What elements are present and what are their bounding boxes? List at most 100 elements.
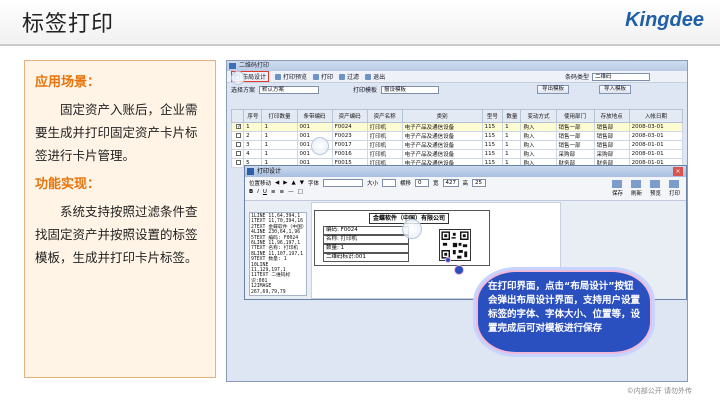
size-select[interactable] (381, 179, 396, 187)
table-cell: 115 (481, 140, 504, 150)
preview-icon (650, 180, 661, 188)
table-cell: 销售一部 (555, 122, 595, 132)
printer-icon (669, 180, 680, 188)
table-cell: 1 (261, 140, 298, 150)
table-cell: 电子产品及通信设备 (401, 122, 483, 132)
row-checkbox[interactable]: ✓ (230, 122, 245, 132)
size-label: 大小 (366, 181, 378, 187)
offset-x-input[interactable]: 0 (415, 179, 429, 187)
column-header[interactable]: 资产名称 (366, 109, 403, 123)
move-left-icon[interactable]: ◀ (275, 180, 279, 186)
table-cell: 115 (481, 149, 504, 159)
column-header[interactable]: 型号 (481, 109, 504, 123)
preview-button[interactable]: 预览 (650, 180, 661, 197)
checkbox-icon[interactable]: ✓ (236, 124, 241, 130)
footer-note: ©内部公开 请勿外传 (626, 387, 692, 395)
column-header[interactable]: 条带编码 (296, 109, 333, 123)
table-cell: 1 (243, 122, 263, 132)
table-cell: 1 (502, 122, 522, 132)
column-header[interactable]: 数量 (502, 109, 522, 123)
table-cell: 打印机 (366, 149, 403, 159)
label-preview: 金蝶软件（中国）有限公司 编码: F0024 名称: 打印机 数量: 1 二维码… (314, 210, 490, 266)
print-button[interactable]: 打印 (313, 72, 333, 81)
slide-title: 标签打印 (22, 12, 115, 37)
main-window-titlebar: 二维码打印 (227, 61, 687, 71)
table-cell: 2008-01-01 (628, 140, 684, 150)
table-cell: 4 (243, 149, 263, 159)
checkbox-icon[interactable] (236, 132, 242, 138)
code-line: 4LINE 230,64,1,96 (251, 230, 301, 236)
checkbox-icon[interactable] (236, 159, 242, 165)
table-row[interactable]: 4 1 001 F0016 打印机 电子产品及通信设备 115 1 购入 采购部 采购部 2008-0… (230, 149, 684, 159)
template-select[interactable]: 报设模板 (381, 85, 440, 94)
main-toolbar: 布局设计 打印预览 打印 过滤 退出 条码类型 二维码 (227, 71, 687, 83)
column-header[interactable]: 使用部门 (555, 109, 595, 123)
width-input[interactable]: 427 (442, 179, 459, 187)
qr-code-icon[interactable] (439, 229, 471, 261)
line-icon[interactable]: — (288, 189, 294, 195)
column-header[interactable]: 资产编码 (331, 109, 368, 123)
label-code-editor[interactable]: 1LINE 11,64,394,1 1TEXT 11,70,394,16 2TEXT… (249, 212, 307, 296)
row-checkbox[interactable] (230, 149, 245, 159)
description-panel: 应用场景： 固定资产入账后，企业需要生成并打印固定资产卡片标签进行卡片管理。 功… (24, 60, 216, 378)
align-left-icon[interactable]: ≡ (271, 189, 276, 195)
move-right-icon[interactable]: ▶ (283, 180, 287, 186)
rect-icon[interactable]: □ (298, 189, 303, 195)
export-template-button[interactable]: 导出模板 (537, 85, 570, 94)
height-input[interactable]: 25 (472, 179, 487, 187)
table-row[interactable]: 3 1 001 F0017 打印机 电子产品及通信设备 115 1 购入 销售一部 销售部 2008-… (230, 140, 684, 150)
print-button[interactable]: 打印 (669, 180, 680, 197)
barcode-type-select[interactable]: 二维码 (592, 72, 651, 81)
table-cell: 打印机 (366, 140, 403, 150)
column-header[interactable]: 存放地点 (593, 109, 630, 123)
label-name-row[interactable]: 名称: 打印机 (323, 235, 409, 244)
refresh-button[interactable]: 刷新 (631, 180, 642, 197)
row-checkbox[interactable] (230, 158, 245, 168)
table-cell: 115 (481, 122, 504, 132)
bold-icon[interactable]: B (249, 189, 253, 195)
import-template-button[interactable]: 导入模板 (599, 85, 632, 94)
table-cell: 购入 (520, 140, 557, 150)
font-select[interactable] (322, 179, 363, 187)
column-header[interactable]: 序号 (243, 109, 263, 123)
close-button[interactable]: × (673, 167, 683, 176)
column-header[interactable]: 入帐日期 (628, 109, 684, 123)
filter-button[interactable]: 过滤 (339, 72, 359, 81)
label-code-row[interactable]: 编码: F0024 (323, 226, 409, 235)
checkbox-icon[interactable] (236, 150, 242, 156)
table-cell: 电子产品及通信设备 (401, 149, 483, 159)
table-row[interactable]: 2 1 001 F0023 打印机 电子产品及通信设备 115 1 购入 销售一部 销售部 2008-… (230, 131, 684, 141)
function-title: 功能实现： (35, 177, 101, 192)
save-button[interactable]: 保存 (612, 180, 623, 197)
code-line: 10LINE 11,129,197,1 (251, 262, 286, 274)
italic-icon[interactable]: I (257, 189, 259, 195)
row-checkbox[interactable] (230, 140, 245, 150)
asset-table: 序号 打印数量 条带编码 资产编码 资产名称 类别 型号 数量 变动方式 使用部门 存放地点 入帐日期… (230, 109, 684, 168)
column-header[interactable] (230, 109, 245, 123)
table-cell: 采购部 (593, 149, 630, 159)
label-qty-row[interactable]: 数量: 1 (323, 244, 409, 253)
print-preview-button[interactable]: 打印预览 (275, 72, 307, 81)
table-cell: 销售部 (593, 122, 630, 132)
table-cell: 1 (502, 131, 522, 141)
align-center-icon[interactable]: ≡ (279, 189, 284, 195)
column-header[interactable]: 变动方式 (520, 109, 557, 123)
header-divider (0, 44, 720, 46)
label-qr-text-row[interactable]: 二维码标识:001 (323, 253, 409, 262)
scenario-text: 固定资产入账后，企业需要生成并打印固定资产卡片标签进行卡片管理。 (35, 102, 198, 163)
font-label: 字体 (307, 181, 319, 187)
row-checkbox[interactable] (230, 131, 245, 141)
table-cell: 2008-03-01 (628, 131, 684, 141)
main-window-title: 二维码打印 (239, 62, 270, 69)
underline-icon[interactable]: U (263, 189, 267, 195)
column-header[interactable]: 类别 (401, 109, 483, 123)
checkbox-icon[interactable] (236, 141, 242, 147)
move-up-icon[interactable]: ▲ (291, 180, 295, 186)
scenario-title: 应用场景： (35, 75, 101, 90)
table-cell: 购入 (520, 149, 557, 159)
exit-button[interactable]: 退出 (365, 72, 385, 81)
scheme-select[interactable]: 默认方案 (259, 85, 320, 94)
table-row[interactable]: ✓ 1 1 001 F0024 打印机 电子产品及通信设备 115 1 购入 销售一部 销售部 2008… (230, 122, 684, 132)
column-header[interactable]: 打印数量 (261, 109, 298, 123)
move-down-icon[interactable]: ▼ (300, 180, 304, 186)
